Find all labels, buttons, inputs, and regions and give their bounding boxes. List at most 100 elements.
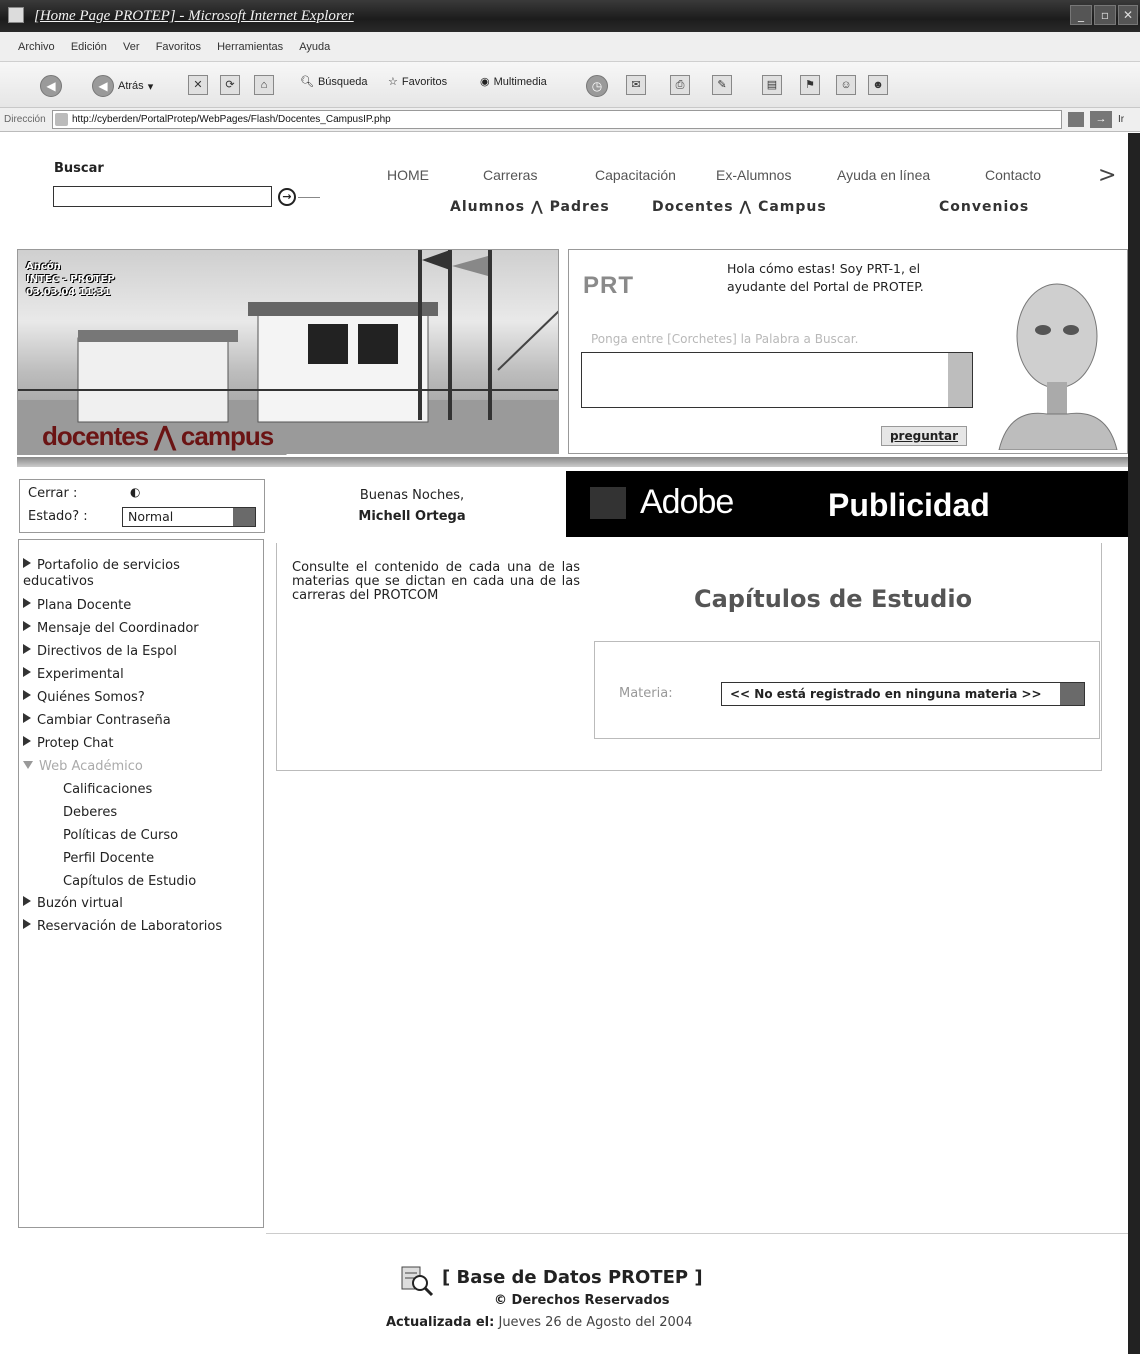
state-label: Estado? : bbox=[28, 509, 88, 524]
assistant-hint: Ponga entre [Corchetes] la Palabra a Bus… bbox=[591, 332, 859, 346]
power-icon[interactable]: ◐ bbox=[130, 485, 140, 499]
messenger-icon[interactable]: ☺ bbox=[836, 75, 856, 95]
go-label[interactable]: Ir bbox=[1118, 114, 1124, 125]
ad-label: Publicidad bbox=[828, 487, 990, 523]
advertisement-banner[interactable]: Adobe Publicidad bbox=[566, 471, 1128, 537]
sidebar-item-mensaje-coordinador[interactable]: Mensaje del Coordinador bbox=[23, 621, 199, 637]
page-content: Buscar → HOME Carreras Capacitación Ex-A… bbox=[0, 133, 1128, 1354]
sidebar-subitem-capitulos-estudio[interactable]: Capítulos de Estudio bbox=[63, 874, 196, 889]
page-icon bbox=[55, 113, 68, 126]
sidebar-item-experimental[interactable]: Experimental bbox=[23, 667, 124, 683]
subnav-docentes-campus[interactable]: Docentes ⋀ Campus bbox=[652, 199, 827, 215]
arrow-right-icon bbox=[23, 690, 31, 700]
nav-ex-alumnos[interactable]: Ex-Alumnos bbox=[716, 167, 791, 183]
nav-carreras[interactable]: Carreras bbox=[483, 167, 537, 183]
discuss-icon[interactable]: ▤ bbox=[762, 75, 782, 95]
media-icon: ◉ bbox=[480, 76, 490, 88]
sidebar-item-portafolio[interactable]: Portafolio de servicios educativos bbox=[23, 558, 223, 590]
sidebar-item-reservacion-laboratorios[interactable]: Reservación de Laboratorios bbox=[23, 919, 222, 935]
window-title: [Home Page PROTEP] - Microsoft Internet … bbox=[34, 8, 354, 24]
footer-divider bbox=[266, 1233, 1128, 1234]
sidebar-item-protep-chat[interactable]: Protep Chat bbox=[23, 736, 113, 752]
search-label: Buscar bbox=[54, 161, 104, 176]
sidebar-item-cambiar-contrasena[interactable]: Cambiar Contraseña bbox=[23, 713, 171, 729]
mail-icon[interactable]: ✉ bbox=[626, 75, 646, 95]
sidebar-item-directivos[interactable]: Directivos de la Espol bbox=[23, 644, 177, 660]
menu-favoritos[interactable]: Favoritos bbox=[156, 41, 201, 53]
restore-icon[interactable]: ▫ bbox=[1094, 5, 1116, 25]
sidebar-subitem-politicas-curso[interactable]: Políticas de Curso bbox=[63, 828, 178, 843]
state-select[interactable]: Normal bbox=[122, 507, 256, 527]
favorites-label: Favoritos bbox=[401, 75, 448, 88]
sidebar-item-label: Experimental bbox=[37, 667, 124, 682]
search-go-icon[interactable]: → bbox=[278, 188, 296, 206]
stop-icon[interactable]: ✕ bbox=[188, 75, 208, 95]
sidebar-item-plana-docente[interactable]: Plana Docente bbox=[23, 598, 131, 614]
database-search-icon bbox=[401, 1266, 434, 1297]
search-input[interactable] bbox=[53, 186, 272, 207]
intro-text: Consulte el contenido de cada una de las… bbox=[292, 560, 580, 603]
nav-ayuda-en-linea[interactable]: Ayuda en línea bbox=[837, 167, 930, 183]
chevron-down-icon: ▾ bbox=[147, 80, 154, 93]
edit-icon[interactable]: ✎ bbox=[712, 75, 732, 95]
back-small-icon[interactable]: ◀ bbox=[40, 75, 62, 97]
sidebar-subitem-perfil-docente[interactable]: Perfil Docente bbox=[63, 851, 154, 866]
ask-button[interactable]: preguntar bbox=[881, 426, 967, 446]
nav-home[interactable]: HOME bbox=[387, 167, 429, 183]
search-toolbar-button[interactable]: 🔍︎ Búsqueda bbox=[300, 75, 368, 89]
footer-updated: Actualizada el: Jueves 26 de Agosto del … bbox=[386, 1315, 692, 1330]
subnav-convenios[interactable]: Convenios bbox=[939, 199, 1029, 215]
nav-capacitacion[interactable]: Capacitación bbox=[595, 167, 676, 183]
contacts-icon[interactable]: ☻ bbox=[868, 75, 888, 95]
address-dropdown-icon[interactable] bbox=[1068, 112, 1084, 127]
robot-assistant-image bbox=[998, 283, 1118, 450]
menu-ayuda[interactable]: Ayuda bbox=[299, 41, 330, 53]
materia-select[interactable]: << No está registrado en ninguna materia… bbox=[721, 682, 1085, 706]
go-arrow-icon[interactable]: → bbox=[1090, 111, 1112, 128]
multimedia-button[interactable]: ◉ Multimedia bbox=[480, 75, 547, 89]
history-icon[interactable]: ◷ bbox=[586, 75, 608, 97]
search-divider bbox=[298, 197, 320, 198]
arrow-down-icon bbox=[23, 761, 33, 769]
home-icon[interactable]: ⌂ bbox=[254, 75, 274, 95]
sidebar-subitem-calificaciones[interactable]: Calificaciones bbox=[63, 782, 152, 797]
favorites-button[interactable]: ☆ Favoritos bbox=[388, 75, 448, 89]
address-field[interactable]: http://cyberden/PortalProtep/WebPages/Fl… bbox=[52, 110, 1062, 129]
sidebar-item-label: Directivos de la Espol bbox=[37, 644, 177, 659]
back-button[interactable]: ◀ Atrás ▾ bbox=[92, 75, 153, 97]
ad-brand: Adobe bbox=[640, 483, 734, 521]
sidebar-item-label: Quiénes Somos? bbox=[37, 690, 145, 705]
sidebar-item-buzon-virtual[interactable]: Buzón virtual bbox=[23, 896, 123, 912]
materia-label: Materia: bbox=[619, 686, 673, 701]
menu-edicion[interactable]: Edición bbox=[71, 41, 107, 53]
arrow-right-icon bbox=[23, 896, 31, 906]
chevron-down-icon bbox=[1060, 683, 1084, 705]
subnav-alumnos-padres[interactable]: Alumnos ⋀ Padres bbox=[450, 199, 610, 215]
sidebar-item-web-academico[interactable]: Web Académico bbox=[23, 759, 143, 775]
sidebar-item-label: Cambiar Contraseña bbox=[37, 713, 171, 728]
print-icon[interactable]: ⎙ bbox=[670, 75, 690, 95]
sidebar-item-quienes-somos[interactable]: Quiénes Somos? bbox=[23, 690, 145, 706]
close-icon[interactable]: ✕ bbox=[1118, 5, 1138, 25]
sidebar-item-label: Portafolio de servicios educativos bbox=[23, 558, 180, 589]
updated-date: Jueves 26 de Agosto del 2004 bbox=[498, 1315, 693, 1330]
address-bar: Dirección http://cyberden/PortalProtep/W… bbox=[0, 108, 1140, 132]
page-scrollbar[interactable] bbox=[1128, 133, 1140, 1354]
ie-app-icon[interactable] bbox=[8, 7, 24, 23]
multimedia-label: Multimedia bbox=[493, 75, 547, 88]
sidebar-subitem-deberes[interactable]: Deberes bbox=[63, 805, 117, 820]
menu-herramientas[interactable]: Herramientas bbox=[217, 41, 283, 53]
menu-ver[interactable]: Ver bbox=[123, 41, 140, 53]
research-icon[interactable]: ⚑ bbox=[800, 75, 820, 95]
menu-archivo[interactable]: Archivo bbox=[18, 41, 55, 53]
photo-caption: Ancón INTEC - PROTEP 03.03.04 11:31 bbox=[26, 261, 115, 298]
refresh-icon[interactable]: ⟳ bbox=[220, 75, 240, 95]
minimize-icon[interactable]: _ bbox=[1070, 5, 1092, 25]
assistant-question-input[interactable] bbox=[581, 352, 973, 408]
assistant-input-scrollbar[interactable] bbox=[948, 353, 972, 407]
nav-next-icon[interactable]: > bbox=[1098, 163, 1116, 188]
nav-contacto[interactable]: Contacto bbox=[985, 167, 1041, 183]
close-label: Cerrar : bbox=[28, 486, 78, 501]
search-toolbar-label: Búsqueda bbox=[317, 75, 368, 88]
adobe-logo-icon bbox=[590, 487, 626, 519]
